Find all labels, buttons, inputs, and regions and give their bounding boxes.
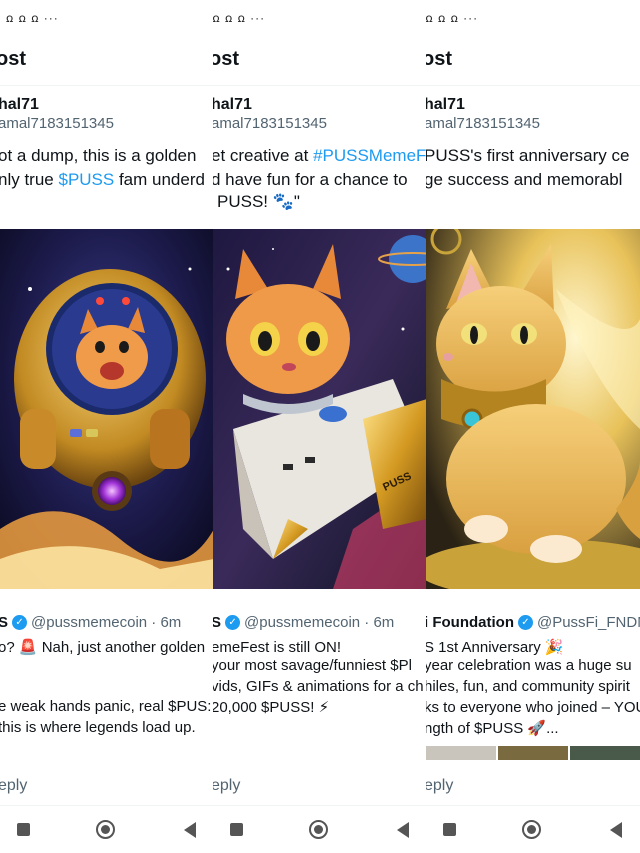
- author-name[interactable]: hal71: [426, 96, 465, 114]
- author-handle[interactable]: amal7183151345: [426, 115, 540, 132]
- quoted-media-thumb: [498, 746, 568, 760]
- quoted-text-line: your most savage/funniest $Pl: [213, 657, 412, 674]
- author-handle[interactable]: amal7183151345: [213, 115, 327, 132]
- quoted-media-strip[interactable]: [426, 746, 640, 760]
- verified-badge-icon: ✓: [12, 615, 28, 630]
- divider: [426, 805, 640, 806]
- nav-home-icon[interactable]: [309, 820, 328, 839]
- nav-home-icon[interactable]: [96, 820, 115, 839]
- post-image-astronaut-cat[interactable]: [0, 229, 214, 589]
- post-text-line: PUSS's first anniversary ce: [426, 146, 630, 165]
- nav-recents-icon[interactable]: [230, 823, 243, 836]
- verified-badge-icon: ✓: [517, 615, 533, 630]
- post-text-line: ge success and memorabl: [426, 170, 623, 189]
- quoted-author-handle: @PussFi_FNDN: [536, 614, 640, 631]
- author-handle[interactable]: amal7183151345: [0, 115, 114, 132]
- screen-panel-left: ꭥ ꭥ ꭥ ··· ost hal71 amal7183151345 ot a …: [0, 0, 214, 853]
- quoted-media-thumb: [570, 746, 640, 760]
- quoted-text-line: vids, GIFs & animations for a ch: [213, 678, 424, 695]
- quoted-text-line: e weak hands panic, real $PUS:: [0, 698, 212, 715]
- quoted-author-name: S: [213, 614, 222, 631]
- post-header: ost: [0, 36, 214, 86]
- divider: [213, 805, 427, 806]
- quoted-post-header[interactable]: S ✓ @pussmemecoin · 6m: [0, 614, 181, 631]
- author-name[interactable]: hal71: [0, 96, 39, 114]
- quoted-text-line: ks to everyone who joined – YOU: [426, 699, 640, 716]
- quoted-author-name: i Foundation: [426, 614, 514, 631]
- post-text-line: et creative at #PUSSMemeF: [213, 145, 426, 167]
- author-name[interactable]: hal71: [213, 96, 252, 114]
- nav-back-icon[interactable]: [610, 822, 622, 838]
- post-text-segment: fam underd: [114, 170, 205, 189]
- quoted-text-line: year celebration was a huge su: [426, 657, 632, 674]
- quoted-media-thumb: [426, 746, 496, 760]
- reply-input[interactable]: eply: [0, 777, 27, 795]
- post-text-line: ot a dump, this is a golden: [0, 146, 197, 165]
- screen-panel-middle: ✱ ꭥ ꭥ ꭥ ··· ost hal71 amal7183151345 et …: [213, 0, 427, 853]
- quoted-text-line: 20,000 $PUSS! ⚡: [213, 699, 330, 716]
- reply-input[interactable]: eply: [213, 777, 240, 795]
- rocket-cat-illustration: PUSS: [213, 229, 427, 589]
- post-image-golden-cat[interactable]: [426, 229, 640, 589]
- nav-recents-icon[interactable]: [17, 823, 30, 836]
- post-text-line: nly true $PUSS fam underd: [0, 169, 205, 191]
- page-title: ost: [213, 48, 239, 70]
- page-title: ost: [0, 48, 26, 70]
- quoted-post-header[interactable]: S ✓ @pussmemecoin · 6m: [213, 614, 394, 631]
- quoted-author-handle: @pussmemecoin · 6m: [244, 614, 395, 631]
- nav-back-icon[interactable]: [397, 822, 409, 838]
- post-header: ost: [213, 36, 427, 86]
- post-image-rocket-cat[interactable]: PUSS: [213, 229, 427, 589]
- quoted-author-handle: @pussmemecoin · 6m: [31, 614, 182, 631]
- status-icons: ✱ ꭥ ꭥ ꭥ ···: [426, 10, 479, 25]
- hashtag-link[interactable]: #PUSSMemeF: [313, 146, 426, 165]
- reply-input[interactable]: eply: [426, 777, 453, 795]
- page-title: ost: [426, 48, 452, 70]
- nav-back-icon[interactable]: [184, 822, 196, 838]
- cashtag-link[interactable]: $PUSS: [58, 170, 114, 189]
- golden-cat-illustration: [426, 229, 640, 589]
- post-text-segment: et creative at: [213, 146, 314, 165]
- quoted-text-line: o? 🚨 Nah, just another golden: [0, 639, 206, 656]
- post-text-line: PUSS! 🐾": [217, 192, 300, 211]
- status-bar: ✱ ꭥ ꭥ ꭥ ···: [426, 6, 478, 28]
- status-bar: ✱ ꭥ ꭥ ꭥ ···: [213, 6, 265, 28]
- system-nav-bar: [213, 812, 427, 848]
- screen-panel-right: ✱ ꭥ ꭥ ꭥ ··· ost hal71 amal7183151345 PUS…: [426, 0, 640, 853]
- post-text-line: d have fun for a chance to: [213, 170, 408, 189]
- nav-recents-icon[interactable]: [443, 823, 456, 836]
- status-icons: ꭥ ꭥ ꭥ ···: [6, 10, 59, 25]
- post-header: ost: [426, 36, 640, 86]
- astronaut-cat-illustration: [0, 229, 214, 589]
- post-text-segment: nly true: [0, 170, 59, 189]
- quoted-author-name: S: [0, 614, 9, 631]
- status-bar: ꭥ ꭥ ꭥ ···: [6, 6, 59, 28]
- system-nav-bar: [426, 812, 640, 848]
- quoted-text-line: S 1st Anniversary 🎉: [426, 639, 564, 656]
- quoted-text-line: emeFest is still ON!: [213, 639, 342, 656]
- verified-badge-icon: ✓: [225, 615, 241, 630]
- quoted-text-line: this is where legends load up.: [0, 719, 196, 736]
- nav-home-icon[interactable]: [522, 820, 541, 839]
- status-icons: ✱ ꭥ ꭥ ꭥ ···: [213, 10, 266, 25]
- system-nav-bar: [0, 812, 214, 848]
- quoted-post-header[interactable]: i Foundation ✓ @PussFi_FNDN: [426, 614, 640, 631]
- quoted-text-line: hiles, fun, and community spirit: [426, 678, 630, 695]
- divider: [0, 805, 214, 806]
- quoted-text-line: ngth of $PUSS 🚀...: [426, 720, 559, 737]
